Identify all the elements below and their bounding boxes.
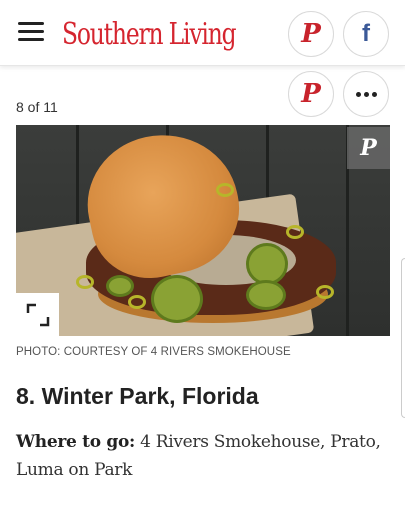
header-pinterest-button[interactable]: P <box>288 11 334 57</box>
slide-body: Where to go: 4 Rivers Smokehouse, Prato,… <box>16 428 388 484</box>
slide-heading: 8. Winter Park, Florida <box>16 383 259 409</box>
more-options-icon <box>355 91 377 97</box>
pinterest-icon: P <box>301 19 321 49</box>
slide-pinterest-button[interactable]: P <box>288 71 334 117</box>
hamburger-menu-icon[interactable] <box>18 22 44 42</box>
expand-photo-button[interactable] <box>16 293 59 336</box>
photo-credit: PHOTO: COURTESY OF 4 RIVERS SMOKEHOUSE <box>16 346 291 358</box>
pepper-ring <box>286 225 304 239</box>
slide-counter: 8 of 11 <box>16 99 58 115</box>
side-edge-tab[interactable] <box>401 258 405 418</box>
slide-photo[interactable] <box>16 125 390 336</box>
pickle-slice <box>106 275 134 297</box>
pinterest-icon: P <box>360 135 377 161</box>
more-options-button[interactable] <box>343 71 389 117</box>
pepper-ring <box>316 285 334 299</box>
pinterest-icon: P <box>301 79 321 109</box>
photo-pinterest-button[interactable]: P <box>347 127 390 169</box>
site-header: Southern Living P f <box>0 0 405 66</box>
pepper-ring <box>128 295 146 309</box>
pepper-ring <box>76 275 94 289</box>
body-lead: Where to go: <box>16 432 135 452</box>
pickle-slice <box>246 243 288 285</box>
site-logo[interactable]: Southern Living <box>62 12 237 58</box>
pickle-slice <box>151 275 203 323</box>
pickle-slice <box>246 280 286 310</box>
expand-icon <box>26 303 49 326</box>
header-facebook-button[interactable]: f <box>343 11 389 57</box>
pepper-ring <box>216 183 234 197</box>
facebook-icon: f <box>362 20 370 47</box>
